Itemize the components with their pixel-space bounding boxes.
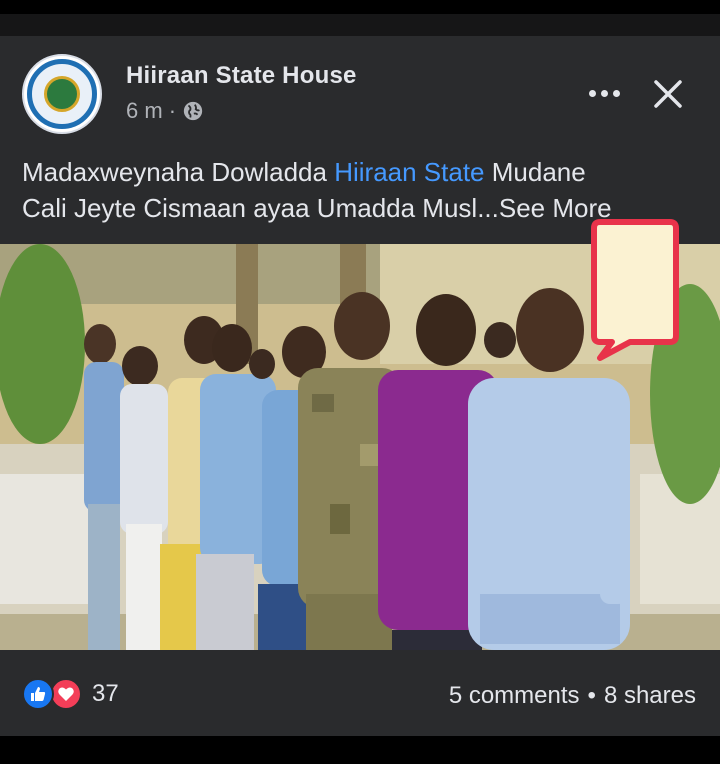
more-options-button[interactable] <box>584 78 624 108</box>
close-button[interactable] <box>648 74 688 114</box>
post-footer: 37 5 comments • 8 shares <box>0 652 720 736</box>
bottom-bar <box>0 736 720 764</box>
post-caption: Madaxweynaha Dowladda Hiiraan State Muda… <box>22 154 702 226</box>
caption-text-2: Mudane <box>484 157 586 187</box>
caption-text-3[interactable]: Cali Jeyte Cismaan ayaa Umadda Musl...Se… <box>22 193 612 223</box>
post-header: Hiiraan State House 6 m · <box>0 36 720 146</box>
love-icon <box>50 678 82 710</box>
status-bar-strip <box>0 0 720 14</box>
speech-bubble-overlay <box>591 219 679 361</box>
page-avatar[interactable] <box>22 54 102 134</box>
post-stats: 5 comments • 8 shares <box>449 682 696 710</box>
seal-emblem-icon <box>27 59 97 129</box>
reaction-count: 37 <box>92 680 119 707</box>
reactions-summary[interactable]: 37 <box>22 678 119 710</box>
stats-separator: • <box>587 682 596 709</box>
globe-icon <box>183 101 203 121</box>
more-horizontal-icon <box>588 89 596 97</box>
post-card: Hiiraan State House 6 m · Madaxweynaha D… <box>0 36 720 736</box>
shares-count[interactable]: 8 shares <box>604 682 696 710</box>
comments-count[interactable]: 5 comments <box>449 682 580 710</box>
page-name[interactable]: Hiiraan State House <box>126 62 357 90</box>
post-meta: 6 m · <box>126 98 204 124</box>
caption-hashtag-link[interactable]: Hiiraan State <box>334 157 484 187</box>
caption-text-1: Madaxweynaha Dowladda <box>22 157 335 187</box>
like-icon <box>22 678 54 710</box>
post-time[interactable]: 6 m <box>126 98 163 124</box>
meta-separator: · <box>168 98 177 123</box>
feed-divider <box>0 14 720 36</box>
